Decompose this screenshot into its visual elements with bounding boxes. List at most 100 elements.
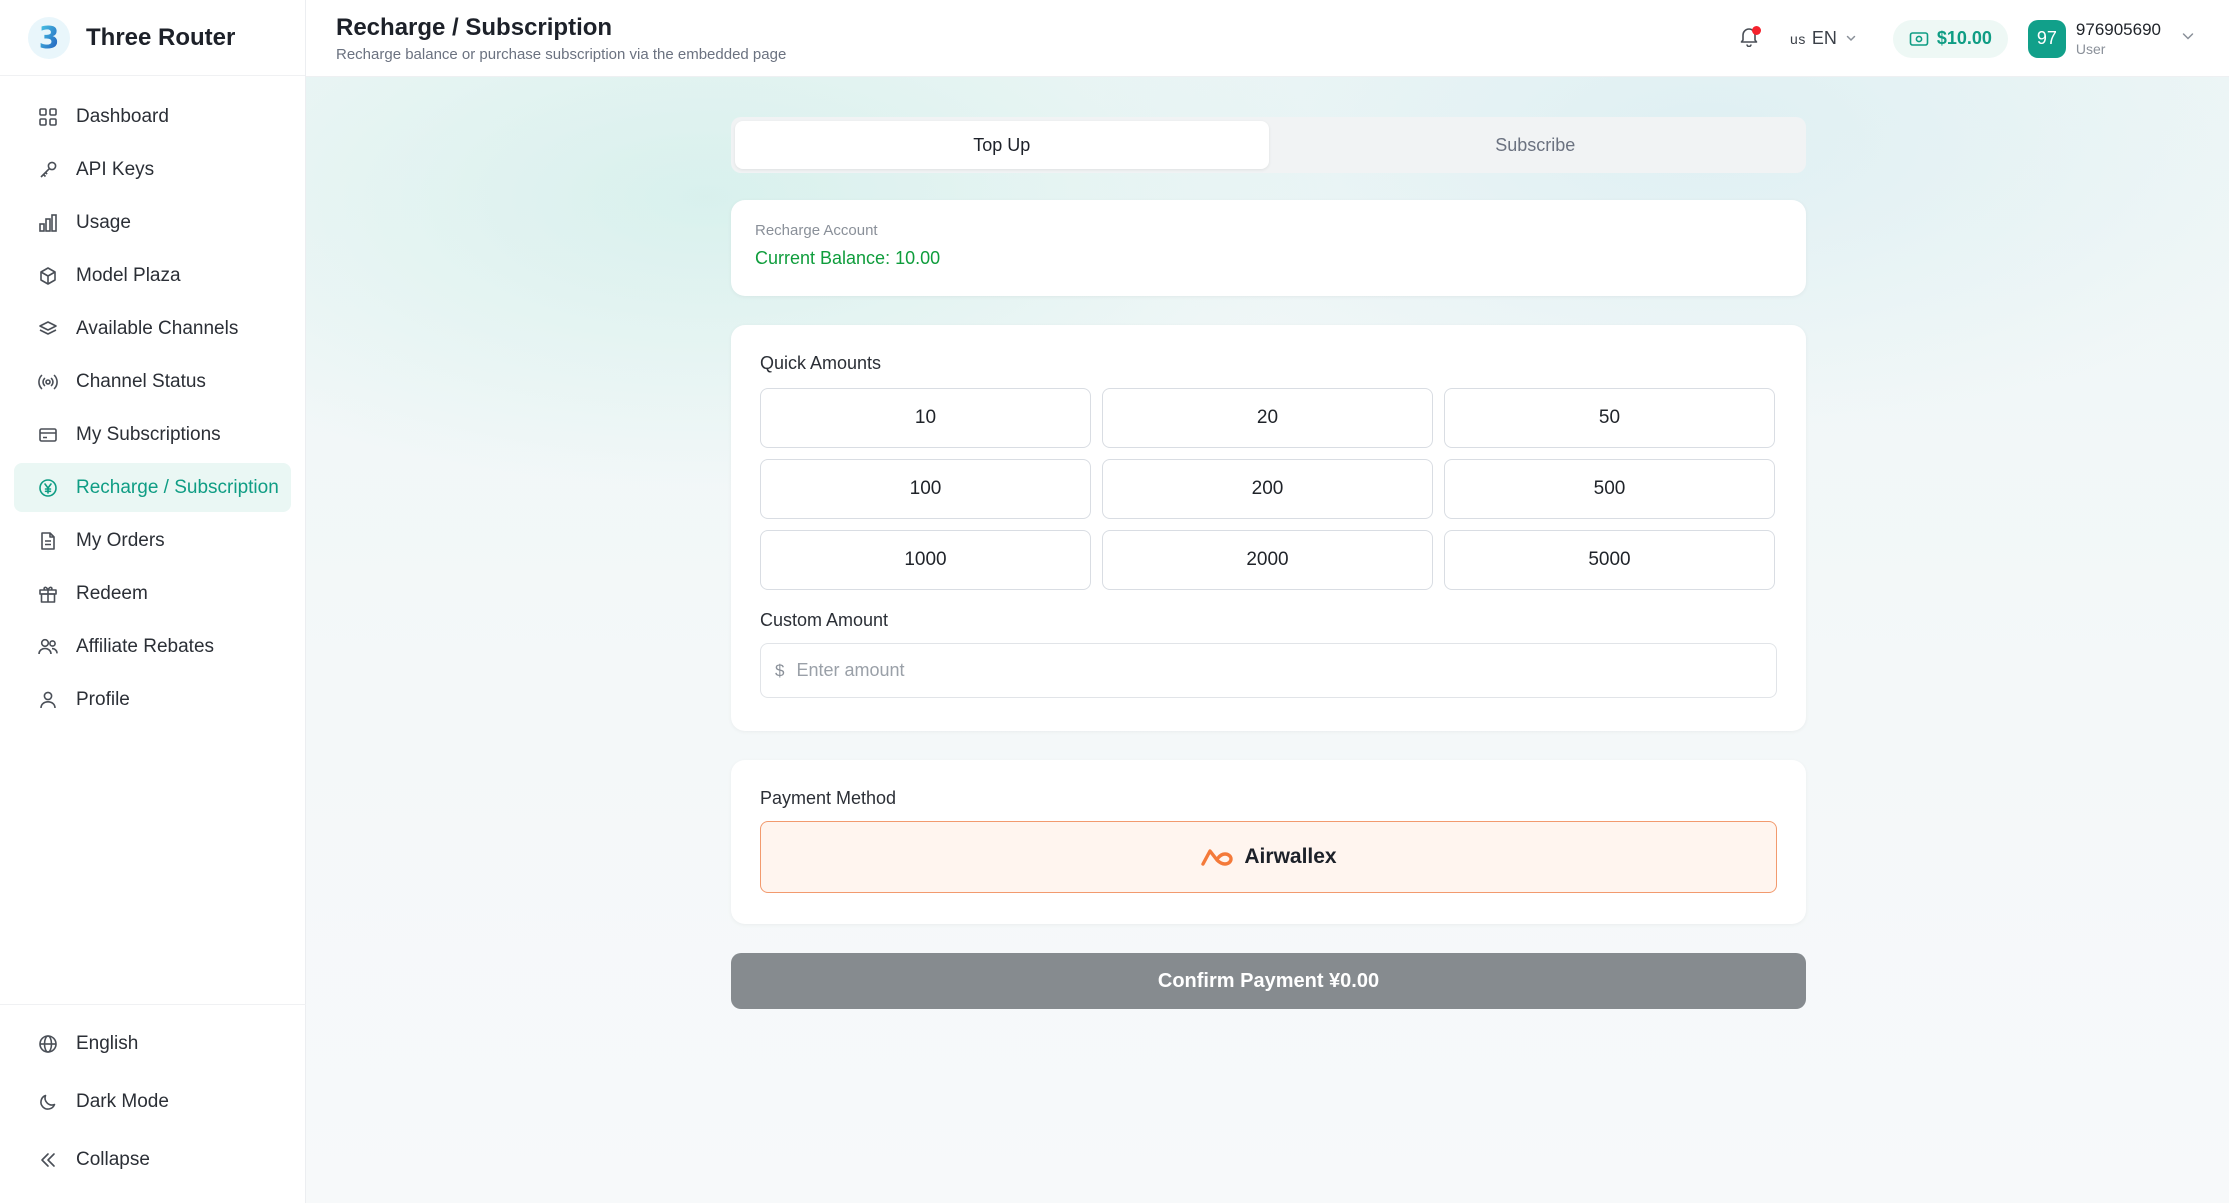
top-header: Recharge / Subscription Recharge balance…: [306, 0, 2229, 77]
user-icon: [36, 688, 60, 712]
sidebar-item-profile[interactable]: Profile: [14, 675, 291, 724]
dashboard-grid-icon: [36, 105, 60, 129]
user-role: User: [2075, 40, 2106, 57]
amount-option-20[interactable]: 20: [1102, 388, 1433, 448]
users-icon: [36, 635, 60, 659]
flag-label: us: [1790, 30, 1806, 47]
page-title: Recharge / Subscription: [336, 14, 613, 41]
sidebar-item-label: Model Plaza: [76, 264, 181, 286]
sidebar-item-label: Available Channels: [76, 317, 239, 339]
payment-method-label: Payment Method: [760, 788, 897, 808]
document-icon: [36, 529, 60, 553]
sidebar-item-usage[interactable]: Usage: [14, 198, 291, 247]
collapse-sidebar-button[interactable]: Collapse: [14, 1135, 292, 1184]
card-icon: [36, 423, 60, 447]
gift-icon: [36, 582, 60, 606]
quick-amounts-grid: 10 20 50 100 200 500 1000 2000 5000: [760, 388, 1777, 590]
language-selector[interactable]: us EN: [1790, 28, 1857, 49]
sidebar-nav: Dashboard API Keys Usage Model Plaza Ava…: [0, 76, 305, 724]
double-chevron-left-icon: [36, 1148, 60, 1172]
svg-text:3: 3: [39, 21, 60, 56]
brand-name: Three Router: [86, 23, 236, 51]
balance-badge[interactable]: $10.00: [1892, 19, 2008, 58]
three-router-logo-icon: 3: [26, 15, 72, 61]
custom-amount-input[interactable]: [796, 660, 1697, 681]
tab-top-up[interactable]: Top Up: [735, 121, 1269, 169]
page-subtitle: Recharge balance or purchase subscriptio…: [336, 46, 787, 63]
bar-chart-icon: [36, 211, 60, 235]
sidebar-item-my-orders[interactable]: My Orders: [14, 516, 291, 565]
avatar: 97: [2027, 19, 2066, 58]
sidebar-item-label: My Subscriptions: [76, 423, 221, 445]
dark-mode-toggle[interactable]: Dark Mode: [14, 1077, 292, 1126]
sidebar-item-label: Profile: [76, 688, 130, 710]
sidebar-item-label: My Orders: [76, 529, 165, 551]
sidebar-item-label: API Keys: [76, 158, 155, 180]
sidebar-footer: English Dark Mode Collapse: [0, 1004, 306, 1203]
broadcast-icon: [36, 370, 60, 394]
sidebar-item-dashboard[interactable]: Dashboard: [14, 92, 291, 141]
sidebar-item-label: Affiliate Rebates: [76, 635, 215, 657]
payment-method-card: Payment Method Airwallex: [731, 760, 1806, 924]
dark-mode-label: Dark Mode: [76, 1090, 169, 1112]
sidebar-item-affiliate-rebates[interactable]: Affiliate Rebates: [14, 622, 291, 671]
layers-icon: [36, 317, 60, 341]
custom-amount-label: Custom Amount: [760, 610, 889, 630]
balance-amount: $10.00: [1936, 28, 1992, 48]
sidebar-item-label: Redeem: [76, 582, 148, 604]
globe-icon: [36, 1032, 60, 1056]
money-icon: [1909, 31, 1929, 47]
amount-option-1000[interactable]: 1000: [760, 530, 1091, 590]
brand[interactable]: 3 Three Router: [0, 0, 305, 76]
sidebar-item-model-plaza[interactable]: Model Plaza: [14, 251, 291, 300]
collapse-label: Collapse: [76, 1148, 150, 1170]
amount-option-100[interactable]: 100: [760, 459, 1091, 519]
amount-option-10[interactable]: 10: [760, 388, 1091, 448]
sidebar-item-label: Usage: [76, 211, 131, 233]
header-actions: us EN $10.00 97 976905690 User: [1734, 0, 2195, 77]
language-code: EN: [1811, 28, 1837, 48]
language-label: English: [76, 1032, 139, 1054]
sidebar-item-my-subscriptions[interactable]: My Subscriptions: [14, 410, 291, 459]
payment-method-name: Airwallex: [1244, 845, 1337, 868]
cube-icon: [36, 264, 60, 288]
amount-card: Quick Amounts 10 20 50 100 200 500 1000 …: [731, 325, 1806, 731]
recharge-account-label: Recharge Account: [755, 222, 878, 239]
sidebar-item-label: Recharge / Subscription: [76, 476, 279, 498]
amount-option-500[interactable]: 500: [1444, 459, 1775, 519]
user-menu[interactable]: 97 976905690 User: [2027, 19, 2195, 58]
amount-option-5000[interactable]: 5000: [1444, 530, 1775, 590]
sidebar-item-label: Channel Status: [76, 370, 206, 392]
moon-icon: [36, 1090, 60, 1114]
custom-amount-field[interactable]: $: [760, 643, 1777, 698]
sidebar-item-redeem[interactable]: Redeem: [14, 569, 291, 618]
quick-amounts-label: Quick Amounts: [760, 353, 882, 373]
chevron-down-icon: [1845, 28, 1857, 49]
sidebar-item-label: Dashboard: [76, 105, 169, 127]
yen-circle-icon: [36, 476, 60, 500]
recharge-panel: Top Up Subscribe Recharge Account Curren…: [731, 117, 1806, 1009]
notifications-button[interactable]: [1734, 24, 1764, 54]
sidebar-item-recharge-subscription[interactable]: Recharge / Subscription: [14, 463, 291, 512]
amount-option-50[interactable]: 50: [1444, 388, 1775, 448]
current-balance: Current Balance: 10.00: [755, 248, 941, 268]
sidebar-item-api-keys[interactable]: API Keys: [14, 145, 291, 194]
chevron-down-icon: [2181, 29, 2195, 48]
payment-option-airwallex[interactable]: Airwallex: [760, 821, 1777, 893]
recharge-account-card: Recharge Account Current Balance: 10.00: [731, 200, 1806, 296]
airwallex-logo-icon: [1200, 846, 1234, 868]
confirm-payment-button[interactable]: Confirm Payment ¥0.00: [731, 953, 1806, 1009]
amount-option-2000[interactable]: 2000: [1102, 530, 1433, 590]
main-content: Top Up Subscribe Recharge Account Curren…: [306, 77, 2229, 1203]
language-toggle[interactable]: English: [14, 1019, 292, 1068]
amount-option-200[interactable]: 200: [1102, 459, 1433, 519]
user-name: 976905690: [2075, 19, 2161, 39]
sidebar-item-channel-status[interactable]: Channel Status: [14, 357, 291, 406]
tab-subscribe[interactable]: Subscribe: [1269, 121, 1803, 169]
sidebar: 3 Three Router Dashboard API Keys Usage: [0, 0, 306, 1203]
key-icon: [36, 158, 60, 182]
currency-symbol: $: [775, 660, 785, 680]
notification-dot: [1752, 25, 1762, 35]
sidebar-item-available-channels[interactable]: Available Channels: [14, 304, 291, 353]
mode-tabs: Top Up Subscribe: [731, 117, 1806, 173]
